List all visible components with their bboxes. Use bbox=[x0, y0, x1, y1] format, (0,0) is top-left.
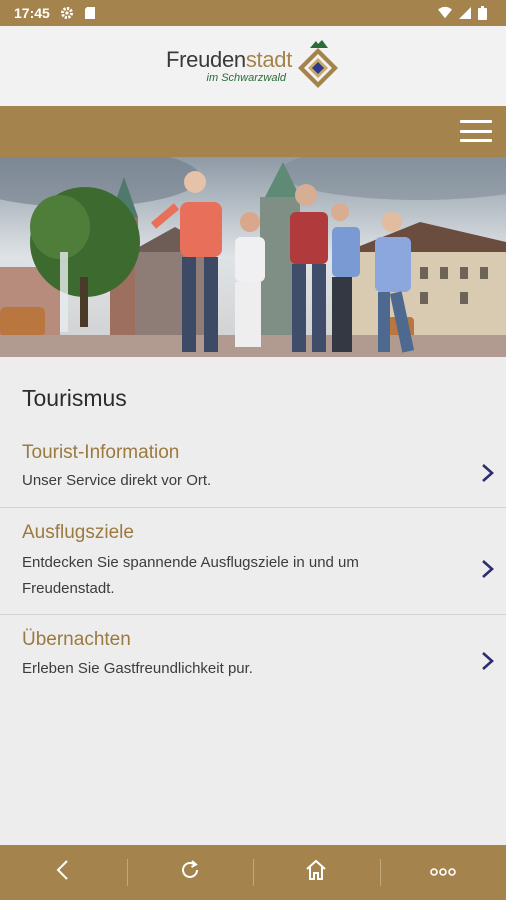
item-title: Tourist-Information bbox=[22, 442, 180, 463]
status-bar: 17:45 bbox=[0, 0, 506, 26]
more-button[interactable] bbox=[379, 845, 506, 900]
item-title: Ausflugsziele bbox=[22, 522, 134, 543]
battery-icon bbox=[478, 6, 492, 20]
list-item-tourist-information[interactable]: Tourist-Information Unser Service direkt… bbox=[0, 430, 506, 508]
chevron-right-icon bbox=[480, 463, 496, 483]
home-icon bbox=[304, 858, 328, 887]
status-time: 17:45 bbox=[14, 5, 50, 21]
back-button[interactable] bbox=[0, 845, 127, 900]
sd-card-icon bbox=[84, 6, 98, 20]
item-description: Unser Service direkt vor Ort. bbox=[22, 472, 212, 489]
hamburger-icon[interactable] bbox=[460, 118, 492, 144]
hero-image bbox=[0, 157, 506, 357]
wifi-icon bbox=[438, 6, 452, 20]
refresh-icon bbox=[178, 858, 202, 887]
logo-header: Freudenstadt im Schwarzwald bbox=[0, 26, 506, 106]
chevron-right-icon bbox=[480, 559, 496, 579]
list-item-uebernachten[interactable]: Übernachten Erleben Sie Gastfreundlichke… bbox=[0, 615, 506, 695]
back-icon bbox=[55, 859, 71, 886]
item-description: Entdecken Sie spannende Ausflugsziele in… bbox=[22, 554, 359, 597]
logo-subtitle: im Schwarzwald bbox=[206, 72, 287, 84]
freudenstadt-logo[interactable]: Freudenstadt im Schwarzwald bbox=[166, 38, 340, 95]
item-title: Übernachten bbox=[22, 629, 131, 650]
page-title: Tourismus bbox=[22, 385, 127, 411]
bottom-nav bbox=[0, 845, 506, 900]
toolbar bbox=[0, 106, 506, 157]
main-content: Tourismus Tourist-Information Unser Serv… bbox=[0, 357, 506, 845]
logo-wordmark: Freudenstadt bbox=[165, 47, 293, 72]
home-button[interactable] bbox=[253, 845, 380, 900]
item-description: Erleben Sie Gastfreundlichkeit pur. bbox=[22, 660, 253, 677]
list-item-ausflugsziele[interactable]: Ausflugsziele Entdecken Sie spannende Au… bbox=[0, 508, 506, 615]
logo-diamond-icon bbox=[296, 38, 340, 95]
gear-icon bbox=[60, 6, 74, 20]
signal-icon bbox=[458, 6, 472, 20]
chevron-right-icon bbox=[480, 651, 496, 671]
refresh-button[interactable] bbox=[126, 845, 254, 900]
more-icon bbox=[429, 864, 456, 882]
